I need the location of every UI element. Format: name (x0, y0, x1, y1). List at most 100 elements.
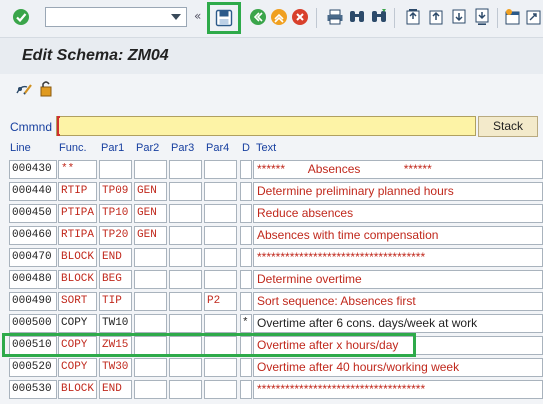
text-cell[interactable]: Overtime after 6 cons. days/week at work (253, 314, 543, 333)
func-cell[interactable]: SORT (58, 292, 97, 311)
func-cell[interactable]: RTIPA (58, 226, 97, 245)
par3-cell[interactable] (169, 248, 202, 267)
d-cell[interactable] (240, 182, 252, 201)
par2-cell[interactable] (134, 292, 167, 311)
par1-cell[interactable]: TP09 (99, 182, 132, 201)
par4-cell[interactable] (204, 182, 237, 201)
text-cell[interactable]: ************************************ (253, 380, 543, 399)
par2-cell[interactable] (134, 380, 167, 399)
cancel-icon[interactable] (291, 8, 309, 26)
line-cell[interactable]: 000460 (9, 226, 57, 245)
chevron-down-icon[interactable] (171, 14, 181, 20)
par4-cell[interactable] (204, 226, 237, 245)
check-icon[interactable] (12, 8, 30, 26)
par2-cell[interactable] (134, 314, 167, 333)
func-cell[interactable]: ** (58, 160, 97, 179)
func-cell[interactable]: BLOCK (58, 380, 97, 399)
par3-cell[interactable] (169, 270, 202, 289)
par1-cell[interactable] (99, 160, 132, 179)
d-cell[interactable] (240, 204, 252, 223)
par4-cell[interactable] (204, 160, 237, 179)
first-page-icon[interactable] (404, 8, 422, 26)
func-cell[interactable]: BLOCK (58, 248, 97, 267)
d-cell[interactable] (240, 248, 252, 267)
par3-cell[interactable] (169, 182, 202, 201)
func-cell[interactable]: PTIPA (58, 204, 97, 223)
func-cell[interactable]: RTIP (58, 182, 97, 201)
activate-icon[interactable] (38, 80, 54, 98)
par3-cell[interactable] (169, 204, 202, 223)
command-field-combo[interactable] (45, 7, 187, 27)
text-cell[interactable]: ************************************ (253, 248, 543, 267)
line-cell[interactable]: 000500 (9, 314, 57, 333)
par4-cell[interactable] (204, 358, 237, 377)
d-cell[interactable] (240, 270, 252, 289)
par1-cell[interactable]: TW10 (99, 314, 132, 333)
par2-cell[interactable] (134, 358, 167, 377)
exit-icon[interactable] (270, 8, 288, 26)
text-cell[interactable]: Determine preliminary planned hours (253, 182, 543, 201)
display-change-icon[interactable] (15, 81, 33, 97)
par2-cell[interactable] (134, 270, 167, 289)
next-page-icon[interactable] (450, 8, 468, 26)
func-cell[interactable]: COPY (58, 358, 97, 377)
line-cell[interactable]: 000490 (9, 292, 57, 311)
par4-cell[interactable] (204, 314, 237, 333)
text-cell[interactable]: ****** Absences ****** (253, 160, 543, 179)
func-cell[interactable]: BLOCK (58, 270, 97, 289)
d-cell[interactable] (240, 292, 252, 311)
text-cell[interactable]: Sort sequence: Absences first (253, 292, 543, 311)
d-cell[interactable] (240, 226, 252, 245)
par3-cell[interactable] (169, 358, 202, 377)
collapse-chevron-icon[interactable]: « (194, 9, 201, 23)
line-cell[interactable]: 000440 (9, 182, 57, 201)
text-cell[interactable]: Determine overtime (253, 270, 543, 289)
find-icon[interactable] (348, 8, 366, 26)
d-cell[interactable] (240, 358, 252, 377)
last-page-icon[interactable] (473, 8, 491, 26)
line-cell[interactable]: 000480 (9, 270, 57, 289)
par2-cell[interactable] (134, 248, 167, 267)
par1-cell[interactable]: END (99, 380, 132, 399)
par1-cell[interactable]: TW30 (99, 358, 132, 377)
text-cell[interactable]: Overtime after 40 hours/working week (253, 358, 543, 377)
func-cell[interactable]: COPY (58, 314, 97, 333)
text-cell[interactable]: Reduce absences (253, 204, 543, 223)
par4-cell[interactable] (204, 204, 237, 223)
line-cell[interactable]: 000430 (9, 160, 57, 179)
par1-cell[interactable]: TP20 (99, 226, 132, 245)
line-cell[interactable]: 000450 (9, 204, 57, 223)
d-cell[interactable]: * (240, 314, 252, 333)
par2-cell[interactable]: GEN (134, 204, 167, 223)
print-icon[interactable] (326, 8, 344, 26)
find-next-icon[interactable] (370, 8, 388, 26)
par1-cell[interactable]: BEG (99, 270, 132, 289)
par4-cell[interactable]: P2 (204, 292, 237, 311)
par2-cell[interactable]: GEN (134, 226, 167, 245)
command-input[interactable] (56, 116, 476, 136)
d-cell[interactable] (240, 380, 252, 399)
par3-cell[interactable] (169, 292, 202, 311)
par1-cell[interactable]: TP10 (99, 204, 132, 223)
previous-page-icon[interactable] (427, 8, 445, 26)
line-cell[interactable]: 000470 (9, 248, 57, 267)
line-cell[interactable]: 000520 (9, 358, 57, 377)
par3-cell[interactable] (169, 160, 202, 179)
text-cell[interactable]: Absences with time compensation (253, 226, 543, 245)
back-icon[interactable] (249, 8, 267, 26)
shortcut-icon[interactable] (525, 8, 543, 26)
stack-button[interactable]: Stack (478, 116, 538, 137)
par1-cell[interactable]: END (99, 248, 132, 267)
create-session-icon[interactable] (504, 8, 522, 26)
line-cell[interactable]: 000530 (9, 380, 57, 399)
par3-cell[interactable] (169, 226, 202, 245)
par3-cell[interactable] (169, 380, 202, 399)
par2-cell[interactable]: GEN (134, 182, 167, 201)
par1-cell[interactable]: TIP (99, 292, 132, 311)
par2-cell[interactable] (134, 160, 167, 179)
par3-cell[interactable] (169, 314, 202, 333)
par4-cell[interactable] (204, 248, 237, 267)
par4-cell[interactable] (204, 270, 237, 289)
par4-cell[interactable] (204, 380, 237, 399)
d-cell[interactable] (240, 160, 252, 179)
